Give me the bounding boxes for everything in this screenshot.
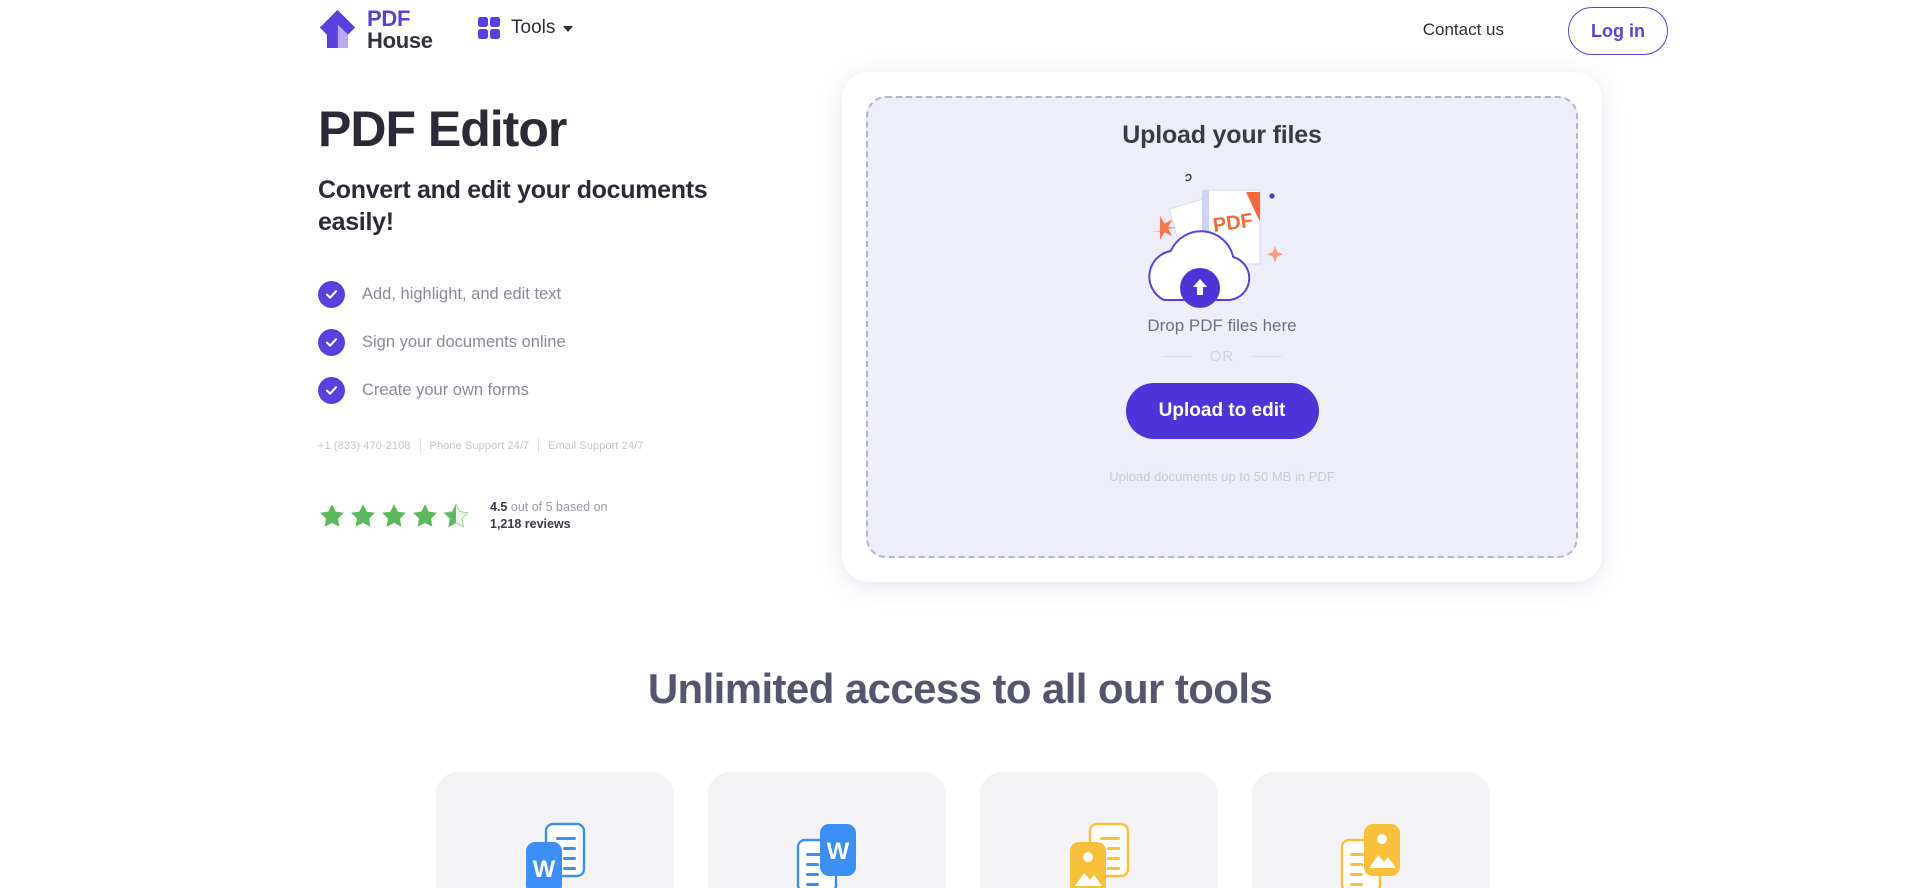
page-title: PDF Editor	[318, 101, 567, 157]
hero-left-column: PDF Editor Convert and edit your documen…	[318, 102, 788, 533]
rating-block: 4.5 out of 5 based on 1,218 reviews	[318, 499, 788, 533]
upload-to-edit-button[interactable]: Upload to edit	[1125, 383, 1319, 439]
rating-count: 1,218 reviews	[490, 516, 571, 531]
pdf-to-word-icon: W	[796, 824, 856, 888]
tools-nav-button[interactable]: Tools	[478, 17, 574, 39]
divider	[419, 438, 421, 453]
star-icon	[351, 504, 375, 527]
check-circle-icon	[318, 328, 345, 356]
list-item: Sign your documents online	[318, 318, 788, 366]
list-item: Add, highlight, and edit text	[318, 270, 788, 318]
logo-link[interactable]: PDF House	[318, 8, 433, 51]
support-phone-number: +1 (833) 470-2108	[318, 439, 411, 452]
feature-list: Add, highlight, and edit text Sign your …	[318, 270, 788, 414]
tool-card-jpg-to-pdf[interactable]	[980, 772, 1218, 888]
file-dropzone[interactable]: Upload your files PDF Drop PDF files her…	[866, 96, 1578, 558]
logo-text-line1: PDF	[367, 6, 411, 31]
star-icon	[382, 504, 406, 527]
star-icon	[413, 504, 437, 527]
rating-score: 4.5	[490, 500, 508, 514]
site-header: PDF House Tools Contact us Log in	[0, 0, 1920, 63]
logo-text: PDF House	[367, 8, 433, 51]
divider	[538, 438, 540, 453]
word-to-pdf-icon: W	[526, 822, 586, 888]
house-logo-icon	[320, 10, 355, 49]
star-rating	[318, 502, 470, 530]
star-icon	[320, 504, 344, 527]
rating-middle-text: out of 5 based on	[507, 500, 608, 514]
feature-label: Add, highlight, and edit text	[362, 284, 562, 303]
hero-subtitle: Convert and edit your documents easily!	[318, 176, 708, 236]
tool-card-pdf-to-word[interactable]: W	[708, 772, 946, 888]
tool-card-pdf-to-jpg[interactable]	[1252, 772, 1490, 888]
drop-text: Drop PDF files here	[1147, 316, 1297, 335]
tools-nav-label: Tools	[511, 17, 556, 38]
upload-heading: Upload your files	[1122, 121, 1322, 149]
grid-icon	[478, 17, 500, 39]
svg-text:W: W	[533, 856, 556, 883]
pdf-to-jpg-icon	[1340, 824, 1400, 888]
page-root: PDF House Tools Contact us Log in PDF Ed…	[0, 0, 1920, 888]
pdf-cloud-upload-illustration: PDF	[1148, 173, 1284, 308]
rating-summary: 4.5 out of 5 based on 1,218 reviews	[490, 499, 607, 533]
upload-limit-text: Upload documents up to 50 MB in PDF	[1109, 469, 1335, 484]
star-icon-half	[443, 503, 469, 528]
logo-text-line2: House	[367, 27, 433, 53]
tool-card-word-to-pdf[interactable]: W	[436, 772, 674, 888]
chevron-down-icon	[563, 26, 574, 32]
tools-section-title: Unlimited access to all our tools	[647, 665, 1273, 712]
svg-text:W: W	[827, 838, 850, 865]
or-divider: OR	[1161, 348, 1283, 365]
contact-us-link[interactable]: Contact us	[1423, 20, 1504, 40]
support-info-row: +1 (833) 470-2108 Phone Support 24/7 Ema…	[318, 438, 788, 453]
list-item: Create your own forms	[318, 366, 788, 414]
divider-line	[1252, 355, 1283, 358]
tool-card-list: W W	[436, 772, 1490, 888]
or-label: OR	[1209, 348, 1235, 365]
feature-label: Sign your documents online	[362, 332, 566, 351]
jpg-to-pdf-icon	[1070, 822, 1130, 888]
support-email-label: Email Support 24/7	[548, 439, 644, 452]
divider-line	[1161, 355, 1192, 358]
support-phone-label: Phone Support 24/7	[429, 439, 530, 452]
feature-label: Create your own forms	[362, 380, 529, 399]
check-circle-icon	[318, 280, 345, 308]
check-circle-icon	[318, 376, 345, 404]
upload-card: Upload your files PDF Drop PDF files her…	[842, 72, 1602, 582]
login-button[interactable]: Log in	[1568, 7, 1668, 55]
